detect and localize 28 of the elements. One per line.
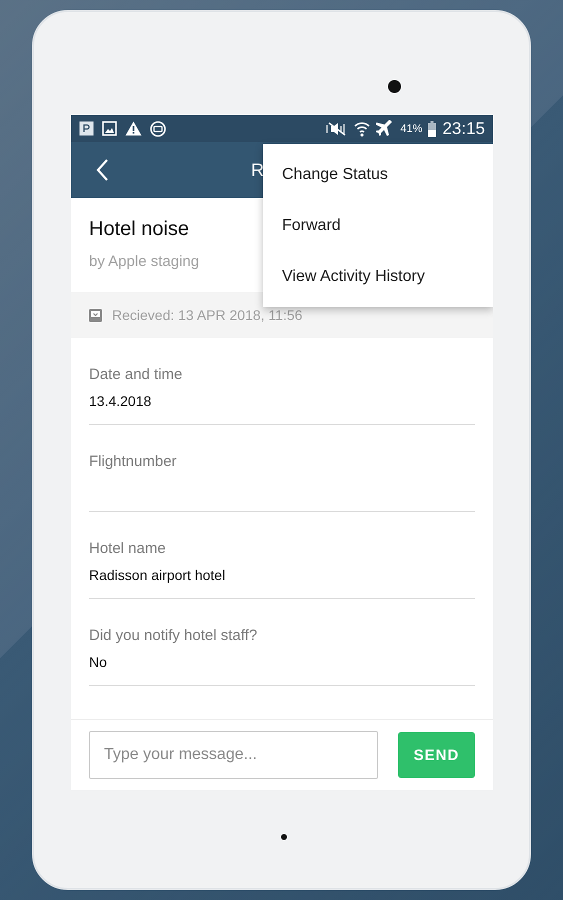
field-label: Hotel name bbox=[89, 540, 167, 557]
screen-title: R bbox=[251, 160, 264, 180]
field-value: 13.4.2018 bbox=[89, 393, 152, 409]
menu-item[interactable]: View Activity History bbox=[263, 251, 493, 302]
menu-item[interactable]: Forward bbox=[263, 200, 493, 251]
field-label: Flightnumber bbox=[89, 453, 178, 470]
back-icon[interactable] bbox=[95, 158, 109, 182]
battery-icon bbox=[428, 120, 436, 136]
field-label: Date and time bbox=[89, 366, 184, 383]
camera-dot bbox=[388, 80, 401, 93]
menu-item[interactable]: Change Status bbox=[263, 149, 493, 200]
status-time: 23:15 bbox=[442, 118, 485, 138]
report-author: by Apple staging bbox=[89, 253, 200, 270]
airplane-icon bbox=[376, 120, 394, 138]
battery-percent: 41% bbox=[400, 122, 422, 134]
inbox-icon bbox=[89, 308, 102, 322]
field-value: Radisson airport hotel bbox=[89, 567, 226, 583]
message-field[interactable]: Type your message... bbox=[89, 731, 378, 779]
home-dot bbox=[280, 834, 286, 840]
image-icon bbox=[102, 121, 117, 136]
wifi-icon bbox=[354, 120, 370, 136]
received-date: Recieved: 13 APR 2018, 11:56 bbox=[112, 307, 302, 323]
field-value: No bbox=[89, 654, 108, 670]
report-title: Hotel noise bbox=[89, 218, 190, 241]
warning-icon bbox=[125, 121, 142, 136]
circle-icon bbox=[150, 120, 166, 136]
app-notification-icon bbox=[79, 121, 94, 136]
field-label: Did you notify hotel staff? bbox=[89, 627, 258, 644]
